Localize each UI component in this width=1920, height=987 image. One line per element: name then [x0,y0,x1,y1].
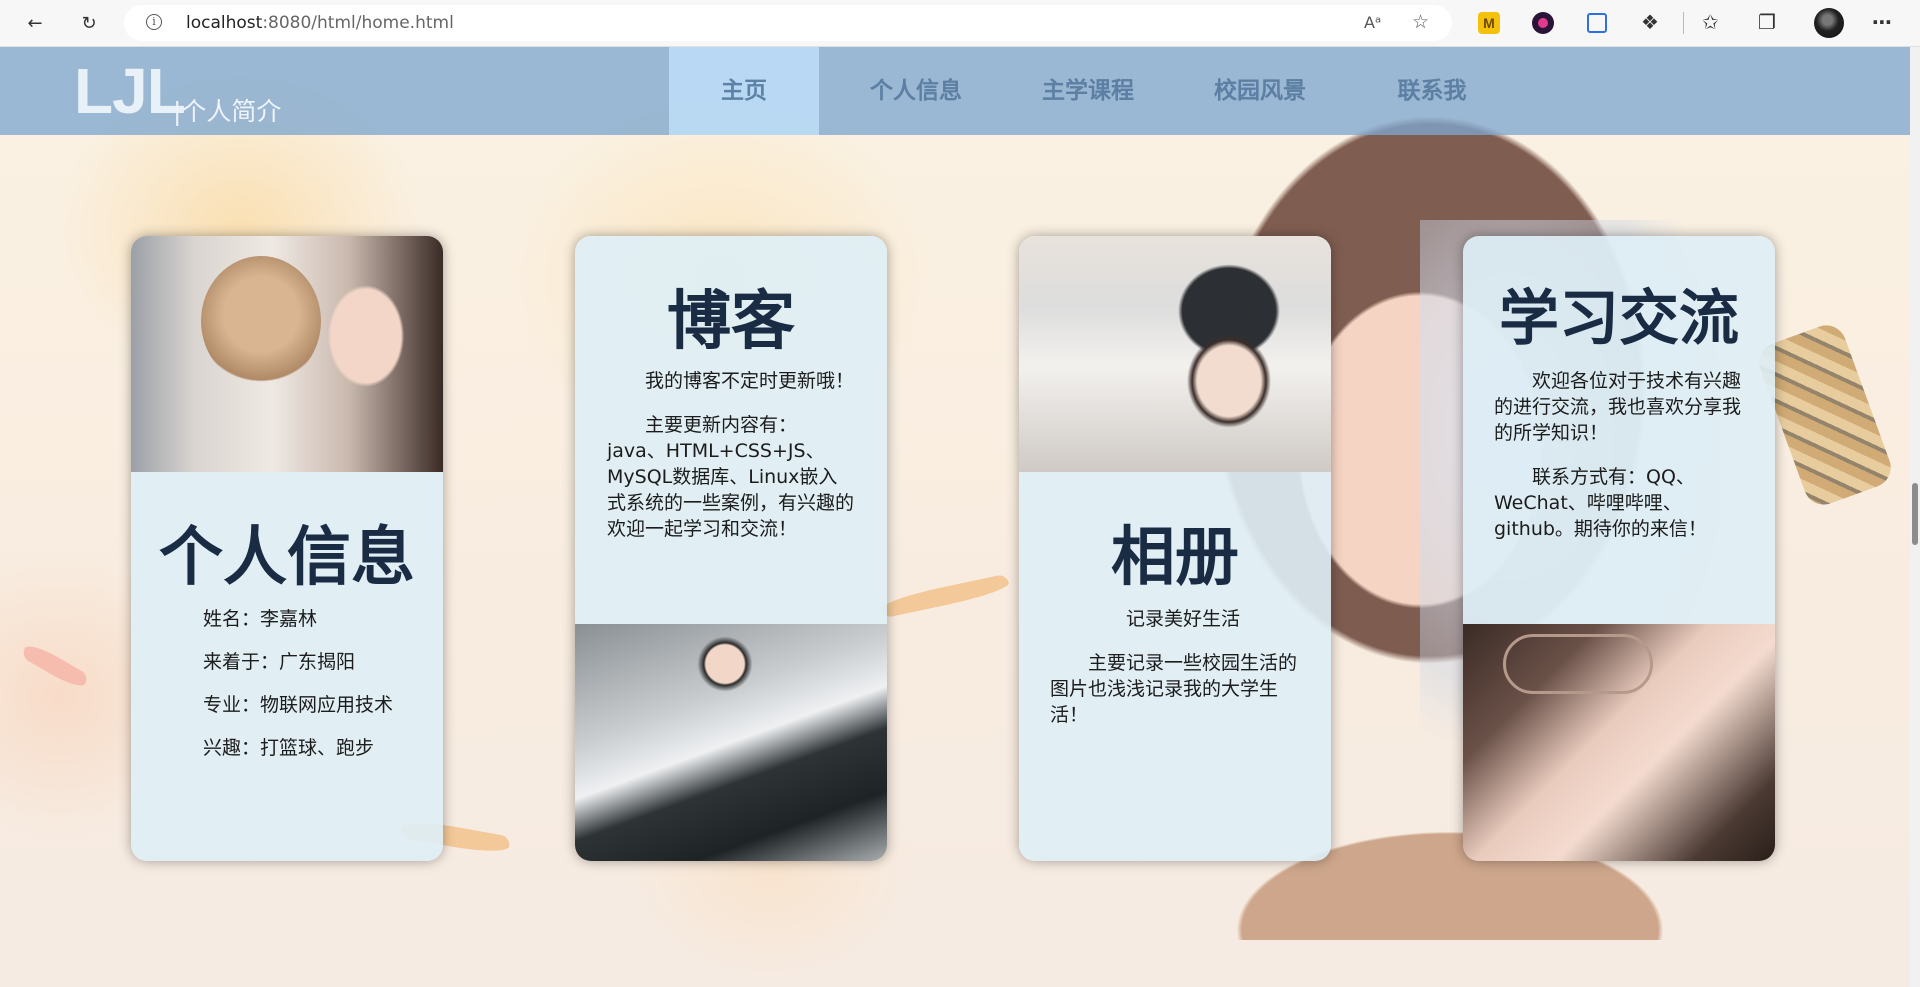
blog-paragraph: 我的博客不定时更新哦！ [645,370,855,392]
blog-paragraph: 主要更新内容有：java、HTML+CSS+JS、MySQL数据库、Linux嵌… [607,414,855,540]
card-photo-helmet-girl [1019,236,1331,472]
personal-info-list: 姓名：李嘉林 来着于：广东揭阳 专业：物联网应用技术 兴趣：打篮球、跑步 [203,606,393,778]
card-photo-snow-walk [575,624,887,861]
card-study-exchange[interactable]: 学习交流 欢迎各位对于技术有兴趣的进行交流，我也喜欢分享我的所学知识！ 联系方式… [1463,236,1775,861]
study-paragraph: 欢迎各位对于技术有兴趣的进行交流，我也喜欢分享我的所学知识！ [1494,370,1742,444]
scrollbar-thumb[interactable] [1912,483,1918,545]
site-subtitle: |个人简介 [173,97,282,126]
card-photo-girl-with-cat [131,236,443,472]
nav-item-courses[interactable]: 主学课程 [1013,47,1163,135]
info-hobbies: 兴趣：打篮球、跑步 [203,737,375,759]
card-photo-glasses-girl [1463,624,1775,861]
extension-dot-icon[interactable] [1532,12,1554,34]
nav-item-campus[interactable]: 校园风景 [1185,47,1335,135]
info-name: 姓名：李嘉林 [203,608,318,630]
extension-m-icon[interactable]: M [1478,12,1500,34]
profile-avatar[interactable] [1814,8,1844,38]
read-aloud-icon[interactable]: Aᵃ [1364,13,1381,32]
card-album[interactable]: 相册 记录美好生活 主要记录一些校园生活的图片也浅浅记录我的大学生活！ [1019,236,1331,861]
extension-sync-icon[interactable] [1587,13,1607,33]
back-arrow-icon[interactable]: ← [20,8,50,38]
url-text: localhost:8080/html/home.html [186,13,454,33]
info-major: 专业：物联网应用技术 [203,694,394,716]
study-paragraph: 联系方式有：QQ、WeChat、哔哩哔哩、github。期待你的来信！ [1494,466,1707,540]
toolbar-divider [1683,12,1684,34]
card-title: 博客 [667,285,795,359]
card-personal-info[interactable]: 个人信息 姓名：李嘉林 来着于：广东揭阳 专业：物联网应用技术 兴趣：打篮球、跑… [131,236,443,861]
reload-icon[interactable]: ↻ [74,8,104,38]
card-title: 学习交流 [1499,284,1739,354]
collections-icon[interactable]: ❐ [1758,10,1776,34]
extensions-puzzle-icon[interactable]: ❖ [1641,10,1659,34]
nav-item-personal-info[interactable]: 个人信息 [841,47,991,135]
card-title: 相册 [1111,521,1239,595]
browser-toolbar: ← ↻ i localhost:8080/html/home.html Aᵃ ☆… [0,0,1920,47]
album-paragraph: 记录美好生活 [1126,608,1241,630]
album-description: 记录美好生活 主要记录一些校园生活的图片也浅浅记录我的大学生活！ [1050,606,1300,746]
study-description: 欢迎各位对于技术有兴趣的进行交流，我也喜欢分享我的所学知识！ 联系方式有：QQ、… [1494,368,1744,560]
site-info-icon[interactable]: i [146,14,162,30]
nav-item-home[interactable]: 主页 [669,47,819,135]
nav-item-contact[interactable]: 联系我 [1357,47,1507,135]
main-nav: 主页 个人信息 主学课程 校园风景 联系我 [669,47,1529,135]
decorative-leaf [20,640,90,692]
site-header: LJL |个人简介 主页 个人信息 主学课程 校园风景 联系我 [0,47,1910,135]
album-paragraph: 主要记录一些校园生活的图片也浅浅记录我的大学生活！ [1050,652,1298,726]
card-blog[interactable]: 博客 我的博客不定时更新哦！ 主要更新内容有：java、HTML+CSS+JS、… [575,236,887,861]
favorites-icon[interactable]: ✩ [1702,10,1719,34]
more-menu-icon[interactable]: ⋯ [1872,10,1892,34]
page-scrollbar[interactable] [1910,47,1920,987]
address-bar[interactable]: i localhost:8080/html/home.html Aᵃ ☆ [124,5,1452,41]
decorative-leaf [879,573,1011,619]
card-title: 个人信息 [159,521,415,595]
site-logo[interactable]: LJL [74,59,186,123]
favorite-add-icon[interactable]: ☆ [1412,11,1429,33]
info-hometown: 来着于：广东揭阳 [203,651,356,673]
blog-description: 我的博客不定时更新哦！ 主要更新内容有：java、HTML+CSS+JS、MyS… [607,368,855,560]
